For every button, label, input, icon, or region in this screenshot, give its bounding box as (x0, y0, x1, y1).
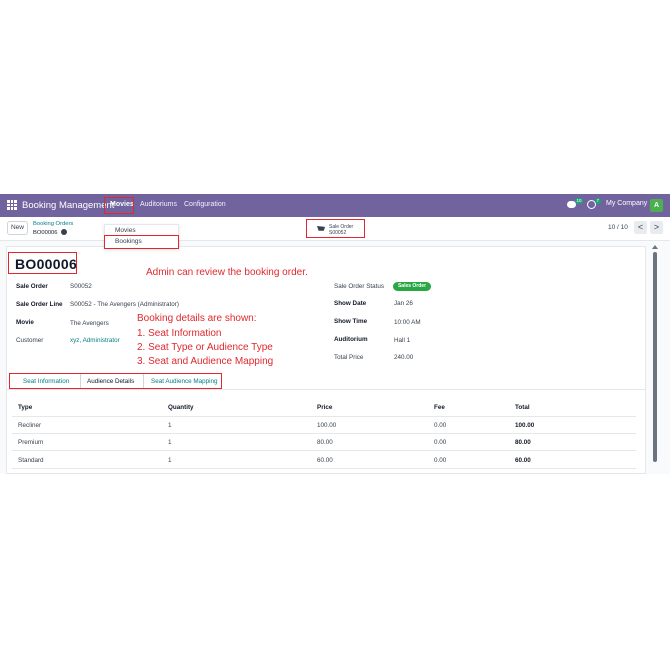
row-divider (12, 450, 636, 451)
app-name[interactable]: Booking Management (22, 200, 114, 211)
header-divider (12, 416, 636, 417)
field-value-customer[interactable]: xyz, Administrator (70, 337, 120, 344)
column-header-type[interactable]: Type (18, 404, 32, 411)
field-value-auditorium[interactable]: Hall 1 (394, 337, 410, 344)
cell-total: 80.00 (515, 439, 531, 446)
scroll-up-arrow-icon[interactable] (652, 245, 658, 249)
app-screenshot: Booking Management Movies Auditoriums Co… (0, 194, 670, 474)
cell-price: 100.00 (317, 422, 337, 429)
chat-count-badge: 10 (575, 198, 584, 204)
activity-count-badge: 7 (595, 198, 601, 204)
cell-total: 60.00 (515, 457, 531, 464)
column-header-price[interactable]: Price (317, 404, 332, 411)
column-header-quantity[interactable]: Quantity (168, 404, 194, 411)
cell-fee: 0.00 (434, 422, 447, 429)
user-avatar[interactable]: A (650, 199, 663, 212)
field-label-movie: Movie (16, 319, 34, 326)
cell-price: 60.00 (317, 457, 333, 464)
cell-price: 80.00 (317, 439, 333, 446)
field-value-movie[interactable]: The Avengers (70, 320, 109, 327)
menu-auditoriums[interactable]: Auditoriums (140, 201, 177, 208)
new-button[interactable]: New (7, 221, 28, 235)
field-label-customer: Customer (16, 337, 44, 344)
breadcrumb-current: BO00006 (33, 229, 67, 236)
field-label-show-time: Show Time (334, 318, 368, 325)
highlight-box-tabs (9, 373, 222, 389)
field-value-sale-order[interactable]: S00052 (70, 283, 92, 290)
dropdown-item-movies[interactable]: Movies (115, 227, 136, 234)
menu-configuration[interactable]: Configuration (184, 201, 226, 208)
annotation-details-1: 1. Seat Information (137, 328, 222, 339)
cell-type: Premium (18, 439, 44, 446)
field-value-show-time[interactable]: 10:00 AM (394, 319, 421, 326)
apps-menu-icon[interactable] (7, 200, 17, 210)
pager-prev-button[interactable]: < (634, 221, 647, 234)
tabs-divider (7, 389, 646, 390)
sale-order-smart-button[interactable]: Sale Order S00052 (306, 219, 365, 238)
cell-total: 100.00 (515, 422, 535, 429)
company-switcher[interactable]: My Company (606, 200, 647, 207)
field-label-total-price: Total Price (334, 354, 364, 361)
status-badge: Sales Order (393, 282, 431, 291)
field-value-sale-order-line[interactable]: S00052 - The Avengers (Administrator) (70, 301, 179, 308)
cell-fee: 0.00 (434, 457, 447, 464)
cart-icon (317, 226, 325, 231)
vertical-scrollbar[interactable] (653, 252, 657, 462)
field-label-sale-order: Sale Order (16, 283, 48, 290)
highlight-box-movies-menu (104, 197, 134, 214)
breadcrumb-current-label: BO00006 (33, 230, 58, 236)
cell-type: Standard (18, 457, 44, 464)
cell-quantity: 1 (168, 457, 172, 464)
field-label-show-date: Show Date (334, 300, 367, 307)
annotation-review: Admin can review the booking order. (146, 267, 308, 278)
gear-icon[interactable] (60, 229, 67, 235)
annotation-details-title: Booking details are shown: (137, 313, 257, 324)
pager-value: 10 / 10 (608, 224, 628, 231)
annotation-details-2: 2. Seat Type or Audience Type (137, 342, 273, 353)
smart-button-value: S00052 (329, 230, 347, 236)
cell-type: Recliner (18, 422, 42, 429)
row-divider (12, 433, 636, 434)
row-divider (12, 468, 636, 469)
annotation-details-3: 3. Seat and Audience Mapping (137, 356, 274, 367)
cell-fee: 0.00 (434, 439, 447, 446)
column-header-fee[interactable]: Fee (434, 404, 445, 411)
field-label-sale-order-line: Sale Order Line (16, 301, 63, 308)
cell-quantity: 1 (168, 439, 172, 446)
field-value-show-date[interactable]: Jan 26 (394, 300, 413, 307)
highlight-box-bookings (104, 235, 179, 249)
breadcrumb-parent[interactable]: Booking Orders (33, 221, 73, 227)
field-label-sale-order-status: Sale Order Status (334, 283, 385, 290)
cell-quantity: 1 (168, 422, 172, 429)
pager-next-button[interactable]: > (650, 221, 663, 234)
top-navbar: Booking Management Movies Auditoriums Co… (0, 194, 670, 217)
field-label-auditorium: Auditorium (334, 336, 368, 343)
highlight-box-title (8, 252, 77, 274)
column-header-total[interactable]: Total (515, 404, 530, 411)
field-value-total-price: 240.00 (394, 354, 414, 361)
